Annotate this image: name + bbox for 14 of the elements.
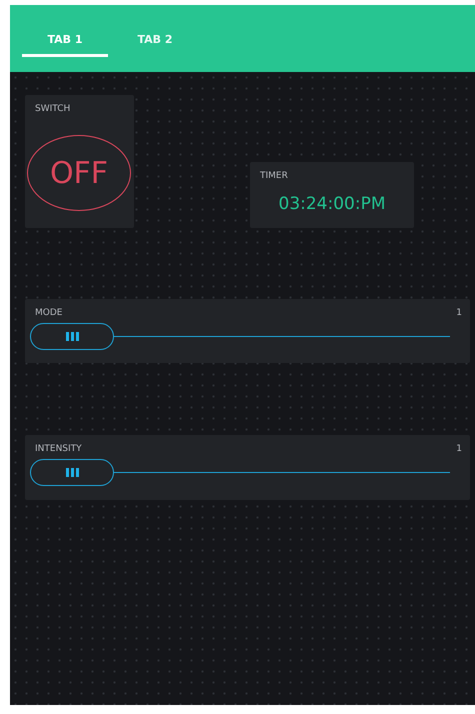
widget-label: INTENSITY (35, 443, 82, 456)
slider-value: 1 (456, 307, 462, 320)
widget-label: SWITCH (35, 103, 70, 116)
widget-label: TIMER (260, 170, 288, 183)
slider-handle[interactable] (30, 323, 114, 350)
timer-value: 03:24:00:PM (278, 193, 386, 216)
tab[interactable]: TAB 1 (22, 32, 108, 57)
tab[interactable]: TAB 2 (112, 32, 198, 57)
widget-label: MODE (35, 307, 62, 320)
grip-icon (66, 332, 78, 341)
slider-handle[interactable] (30, 459, 114, 486)
grip-icon (66, 468, 78, 477)
slider-value: 1 (456, 443, 462, 456)
toggle-button[interactable]: OFF (27, 135, 131, 211)
